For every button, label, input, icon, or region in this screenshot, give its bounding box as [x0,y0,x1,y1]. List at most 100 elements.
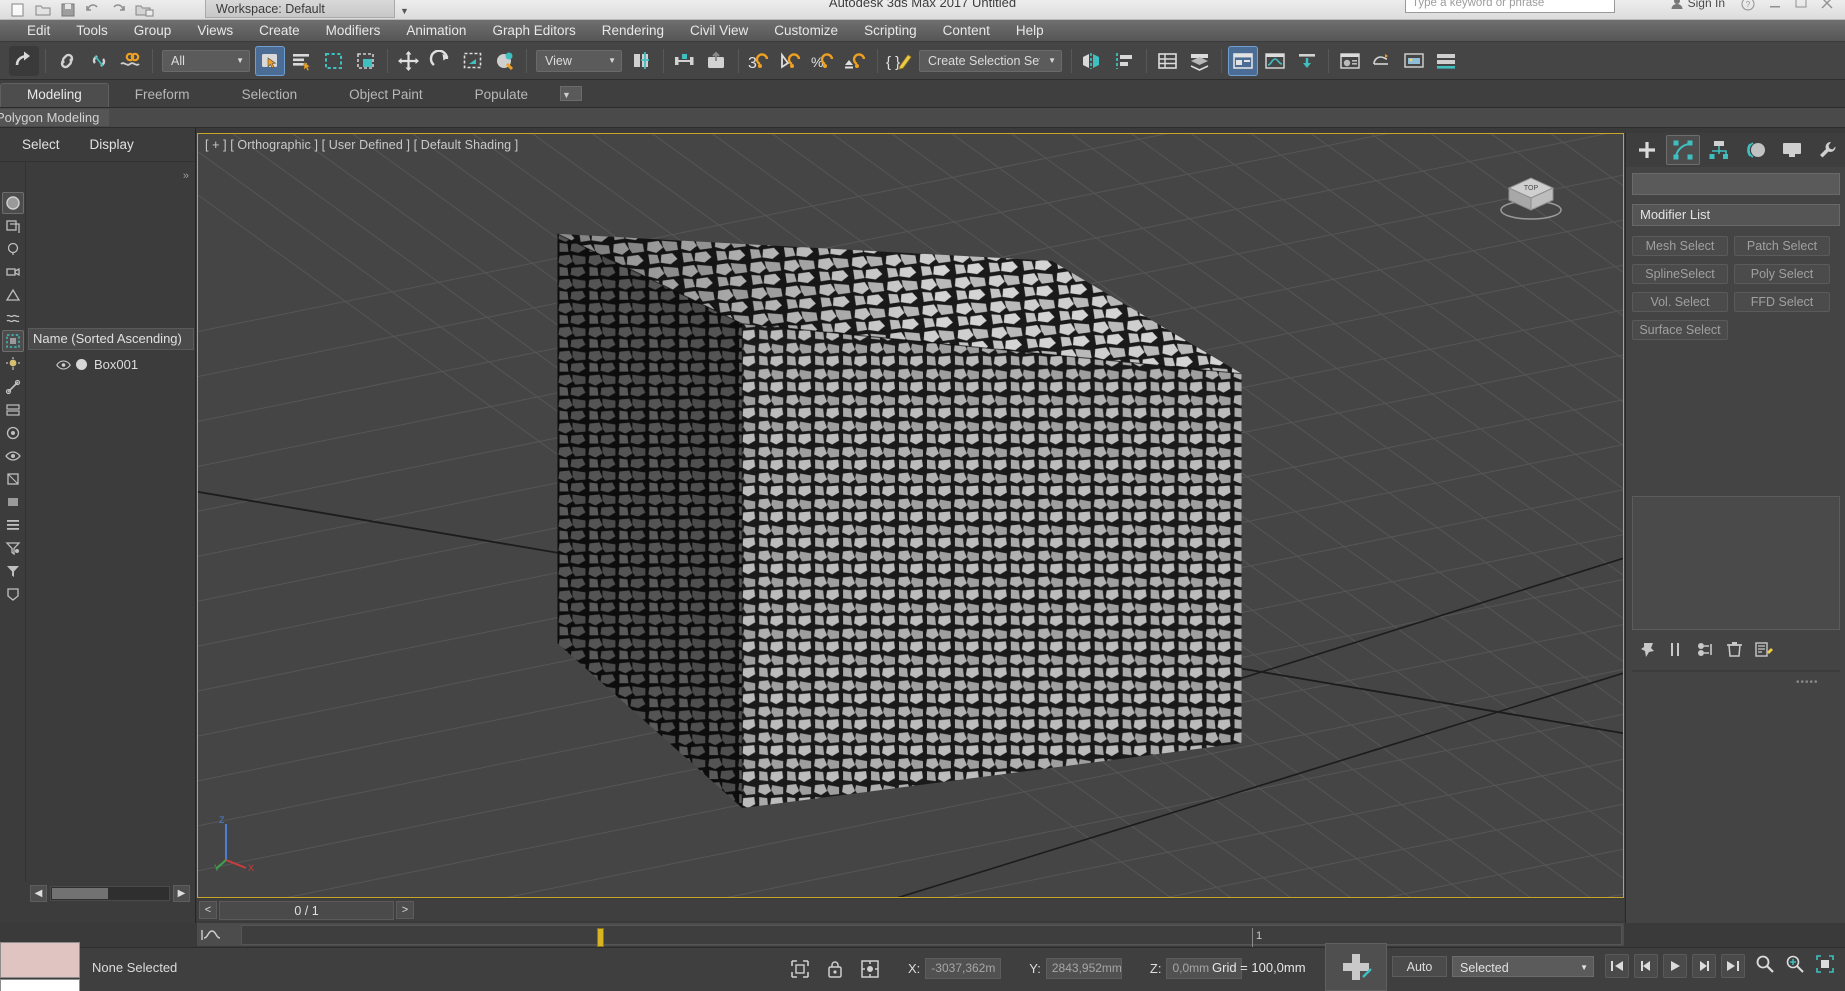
explorer-column-header[interactable]: Name (Sorted Ascending) [28,328,194,350]
play-animation-button[interactable] [1663,954,1687,978]
ribbon-tab-modeling[interactable]: Modeling [0,83,109,107]
rendered-frame-window-button[interactable] [1399,46,1429,76]
menu-item-civil-view[interactable]: Civil View [677,20,761,42]
coordinate-field-x[interactable]: X: -3037,362m [908,958,1002,979]
playback-controls[interactable] [1605,954,1745,978]
curve-editor-button[interactable] [1260,46,1290,76]
menu-item-edit[interactable]: Edit [14,20,63,42]
select-xrefs-icon[interactable] [2,422,24,444]
scroll-thumb[interactable] [52,887,108,899]
select-shapes-icon[interactable] [2,238,24,260]
menu-item-modifiers[interactable]: Modifiers [313,20,394,42]
status-bar-controls[interactable]: X: -3037,362m Y: 2843,952mm Z: 0,0mm [790,958,1243,979]
time-slider-bar[interactable]: < 0 / 1 > [197,899,1624,921]
scroll-track[interactable] [50,885,170,901]
ribbon-tab-selection[interactable]: Selection [216,84,324,107]
select-cameras-icon[interactable] [2,261,24,283]
select-object-icon[interactable] [1,192,24,214]
filter-icon[interactable] [2,537,24,559]
rectangular-selection-region-button[interactable] [319,46,349,76]
menu-item-customize[interactable]: Customize [761,20,851,42]
compact-material-editor-button[interactable] [1185,46,1215,76]
zoom-all-icon[interactable] [1785,954,1805,974]
snaps-toggle-button[interactable]: 3 [745,46,775,76]
select-helpers-icon[interactable] [2,284,24,306]
panel-resize-grip[interactable]: ••••• [1796,677,1819,688]
menu-item-scripting[interactable]: Scripting [851,20,930,42]
select-spacewarps-icon[interactable] [2,307,24,329]
ribbon-tab-bar[interactable]: Modeling Freeform Selection Object Paint… [0,80,1845,108]
minimize-icon[interactable] [1769,0,1781,11]
pin-stack-icon[interactable] [1640,641,1657,658]
maximize-icon[interactable] [1795,0,1807,11]
time-next-button[interactable]: > [396,901,414,919]
modifier-button-vol-select[interactable]: Vol. Select [1632,292,1728,312]
coordinate-field-y[interactable]: Y: 2843,952mm [1029,958,1122,979]
align-button[interactable] [1110,46,1140,76]
explorer-menu-display[interactable]: Display [90,137,134,152]
redo-button[interactable] [9,45,39,76]
display-tab-icon[interactable] [1775,135,1809,165]
maxscript-input-pane[interactable] [0,979,80,991]
modifier-list-dropdown[interactable]: Modifier List [1632,204,1840,226]
viewport-label[interactable]: [ + ] [ Orthographic ] [ User Defined ] … [205,138,518,152]
modifier-stack-list[interactable] [1632,496,1840,630]
explorer-list-item[interactable]: Box001 [28,353,194,375]
current-frame-field[interactable]: 0 / 1 [219,900,394,920]
funnel-icon[interactable] [2,560,24,582]
use-center-flyout-button[interactable] [627,46,657,76]
utilities-tab-icon[interactable] [1811,135,1845,165]
selection-lock-toggle-icon[interactable] [826,959,844,979]
auto-key-button[interactable]: Auto [1392,956,1447,977]
menu-item-content[interactable]: Content [930,20,1003,42]
select-and-manipulate-button[interactable] [670,46,700,76]
keyboard-shortcut-override-button[interactable] [702,46,732,76]
command-panel-tabs[interactable] [1626,133,1845,167]
bind-to-space-warp-button[interactable] [116,46,146,76]
absolute-relative-transform-icon[interactable] [860,959,880,979]
reference-coordinate-system-dropdown[interactable]: View ▼ [536,49,622,72]
display-eye-icon[interactable] [2,445,24,467]
visibility-eye-icon[interactable] [56,359,71,370]
ribbon-tab-populate[interactable]: Populate [449,84,554,107]
modifier-button-poly-select[interactable]: Poly Select [1734,264,1830,284]
scroll-left-button[interactable]: ◀ [30,884,47,902]
select-groups-icon[interactable] [1,330,24,352]
animation-key[interactable] [597,928,604,947]
percent-snap-toggle-button[interactable]: % [809,46,839,76]
scene-explorer-button[interactable] [1228,45,1258,76]
viewport-navigation-controls[interactable] [1755,954,1845,974]
menu-item-help[interactable]: Help [1003,20,1057,42]
ribbon-panel-polygon-modeling[interactable]: Polygon Modeling [0,109,110,126]
material-editor-button[interactable] [1335,46,1365,76]
edit-named-selection-sets-button[interactable]: { } [884,46,914,76]
menu-item-group[interactable]: Group [121,20,185,42]
box-display-icon[interactable] [2,491,24,513]
menu-bar[interactable]: Edit Tools Group Views Create Modifiers … [0,20,1845,42]
named-selection-set-dropdown[interactable]: Create Selection Set ▼ [919,49,1062,72]
add-time-tag-button[interactable] [1325,943,1387,991]
pin-icon[interactable] [2,583,24,605]
remove-modifier-icon[interactable] [1726,641,1743,658]
select-geometry-icon[interactable] [2,215,24,237]
select-and-scale-button[interactable] [458,46,488,76]
layer-explorer-button[interactable] [1153,46,1183,76]
spinner-snap-toggle-button[interactable] [841,46,871,76]
modifier-button-patch-select[interactable]: Patch Select [1734,236,1830,256]
show-end-result-icon[interactable] [1668,641,1685,658]
coord-x-value[interactable]: -3037,362m [925,958,1002,979]
modify-tab-icon[interactable] [1666,135,1701,165]
window-controls[interactable]: ? [1741,0,1833,11]
key-filter-dropdown[interactable]: Selected ▼ [1452,956,1594,977]
track-range[interactable]: 1 [241,925,1622,947]
select-by-name-button[interactable] [287,46,317,76]
selection-filter-dropdown[interactable]: All ▼ [162,49,250,72]
view-cube[interactable]: TOP [1491,160,1571,222]
unlink-selection-button[interactable] [84,46,114,76]
menu-item-tools[interactable]: Tools [63,20,121,42]
select-and-rotate-button[interactable] [426,46,456,76]
previous-frame-button[interactable] [1634,954,1658,978]
angle-snap-toggle-button[interactable] [777,46,807,76]
use-pivot-center-button[interactable] [490,46,520,76]
menu-item-animation[interactable]: Animation [393,20,479,42]
